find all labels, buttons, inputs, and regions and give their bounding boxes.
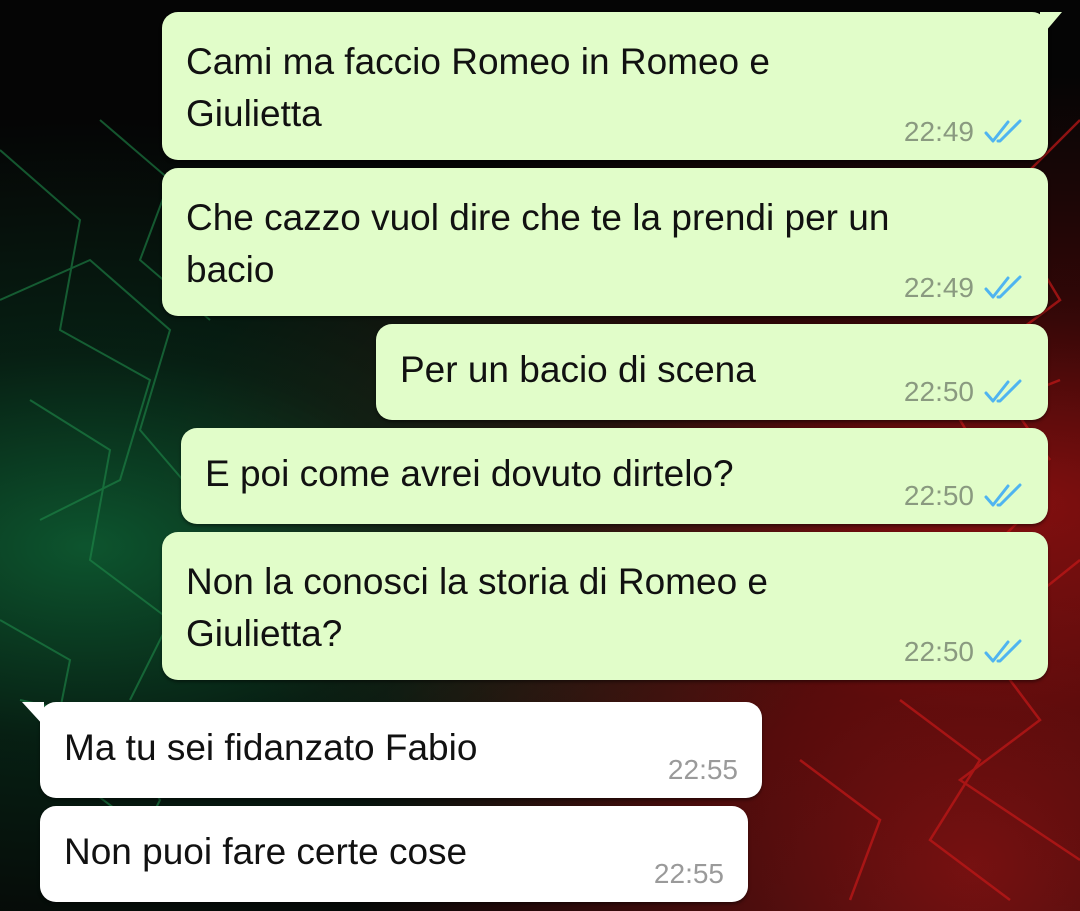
- message-text: Non la conosci la storia di Romeo e Giul…: [186, 561, 769, 654]
- message-meta: 22:55: [668, 754, 738, 786]
- message-time: 22:50: [903, 480, 974, 511]
- message-time: 22:49: [903, 116, 974, 147]
- message-bubble-outgoing[interactable]: Non la conosci la storia di Romeo e Giul…: [162, 532, 1048, 680]
- message-meta: 22:50: [904, 636, 1024, 668]
- double-check-icon: [984, 119, 1022, 143]
- bubble-tail: [1040, 12, 1062, 38]
- message-text: Che cazzo vuol dire che te la prendi per…: [186, 197, 890, 290]
- message-time: 22:55: [653, 858, 724, 889]
- bubble-tail: [22, 702, 44, 726]
- double-check-icon: [984, 275, 1022, 299]
- message-meta: 22:49: [904, 272, 1024, 304]
- message-time: 22:55: [667, 754, 738, 785]
- message-bubble-outgoing[interactable]: E poi come avrei dovuto dirtelo? 22:50: [181, 428, 1048, 524]
- message-meta: 22:50: [904, 376, 1024, 408]
- message-text: E poi come avrei dovuto dirtelo?: [205, 453, 734, 494]
- message-bubble-incoming[interactable]: Non puoi fare certe cose 22:55: [40, 806, 748, 902]
- double-check-icon: [984, 483, 1022, 507]
- message-meta: 22:55: [654, 858, 724, 890]
- message-time: 22:50: [903, 636, 974, 667]
- message-bubble-incoming[interactable]: Ma tu sei fidanzato Fabio 22:55: [22, 702, 762, 798]
- message-bubble-outgoing[interactable]: Che cazzo vuol dire che te la prendi per…: [162, 168, 1048, 316]
- message-text: Non puoi fare certe cose: [64, 831, 468, 872]
- message-text: Cami ma faccio Romeo in Romeo e Giuliett…: [186, 41, 770, 134]
- message-bubble-outgoing[interactable]: Cami ma faccio Romeo in Romeo e Giuliett…: [162, 12, 1062, 160]
- message-time: 22:50: [903, 376, 974, 407]
- message-bubble-outgoing[interactable]: Per un bacio di scena 22:50: [376, 324, 1048, 420]
- double-check-icon: [984, 379, 1022, 403]
- message-text: Per un bacio di scena: [400, 349, 756, 390]
- message-time: 22:49: [903, 272, 974, 303]
- double-check-icon: [984, 639, 1022, 663]
- message-text: Ma tu sei fidanzato Fabio: [64, 727, 478, 768]
- message-meta: 22:50: [904, 480, 1024, 512]
- message-meta: 22:49: [904, 116, 1024, 148]
